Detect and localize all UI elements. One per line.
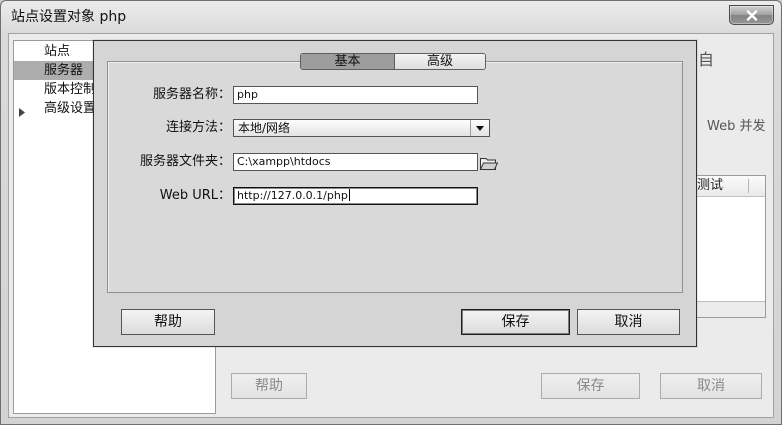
settings-tab-bar: 基本 高级 [300,53,486,70]
web-concurrency-label: Web 并发 [707,119,766,134]
column-divider [748,179,749,193]
tab-basic[interactable]: 基本 [301,54,394,69]
text-caret [348,189,350,201]
expand-arrow-icon[interactable] [19,104,25,123]
cancel-button[interactable]: 取消 [577,309,680,335]
server-name-input[interactable]: php [233,86,478,104]
sidebar-item-label: 版本控制 [44,82,97,97]
close-icon [746,9,757,21]
web-url-value: http://127.0.0.1/php [237,189,348,202]
close-button[interactable] [729,5,774,25]
server-name-value: php [237,88,258,101]
window-title: 站点设置对象 php [11,9,127,25]
connection-method-value: 本地/网络 [238,121,291,135]
save-button[interactable]: 保存 [461,309,570,335]
help-button[interactable]: 帮助 [121,309,215,335]
server-description-text: 自 [698,50,715,69]
server-folder-label: 服务器文件夹： [139,154,231,169]
web-url-label: Web URL： [159,188,231,203]
server-name-label: 服务器名称： [152,87,231,102]
connection-method-label: 连接方法： [165,120,231,135]
folder-icon [479,158,499,170]
sidebar-item-label: 站点 [44,44,71,59]
browse-folder-button[interactable] [479,155,499,170]
server-folder-input[interactable]: C:\xampp\htdocs [233,153,478,171]
chevron-down-icon [476,125,484,131]
web-url-input[interactable]: http://127.0.0.1/php [233,187,478,205]
sidebar-item-label: 高级设置 [44,101,97,116]
server-settings-dialog: 基本 高级 服务器名称： php 连接方法： 本地/网络 服务器文件夹： C:\… [93,40,697,347]
column-header-test[interactable]: 测试 [697,178,723,194]
sidebar-item-label: 服务器 [44,63,84,78]
help-button-background[interactable]: 帮助 [231,373,307,399]
dropdown-button[interactable] [470,120,489,136]
save-button-background[interactable]: 保存 [541,373,640,399]
tab-advanced[interactable]: 高级 [394,54,485,69]
cancel-button-background[interactable]: 取消 [660,373,762,399]
server-folder-value: C:\xampp\htdocs [237,155,331,168]
connection-method-select[interactable]: 本地/网络 [233,119,490,137]
